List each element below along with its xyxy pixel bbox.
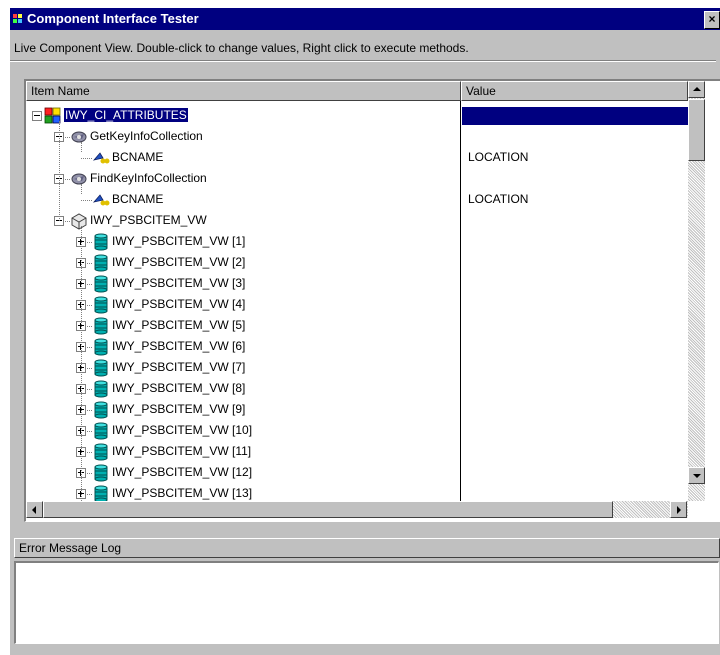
collection-box-icon: [70, 212, 88, 230]
tree-item-label: IWY_CI_ATTRIBUTES: [64, 108, 188, 122]
error-log-header: Error Message Log: [14, 538, 720, 558]
vertical-scroll-thumb[interactable]: [688, 99, 705, 161]
scroll-right-button[interactable]: [670, 501, 687, 518]
error-log-textbox[interactable]: [14, 561, 719, 644]
key-field-icon: [92, 149, 110, 167]
database-icon: [92, 422, 110, 440]
tree-row[interactable]: IWY_PSBCITEM_VW [10]: [26, 420, 686, 441]
tree-item-label: IWY_PSBCITEM_VW [8]: [112, 381, 246, 395]
tree-row[interactable]: BCNAME LOCATION: [26, 189, 686, 210]
component-tree-view[interactable]: Item Name Value IWY_CI_ATTRIBUTES GetKeyI…: [24, 79, 720, 522]
tree-item-label: IWY_PSBCITEM_VW [4]: [112, 297, 246, 311]
tree-row[interactable]: IWY_PSBCITEM_VW [1]: [26, 231, 686, 252]
arrow-right-icon: [677, 506, 681, 514]
column-header-value[interactable]: Value: [461, 81, 688, 101]
tree-row[interactable]: IWY_CI_ATTRIBUTES: [26, 105, 688, 126]
app-icon: [13, 14, 22, 23]
window-title: Component Interface Tester: [27, 11, 199, 26]
tree-connector: [59, 121, 60, 221]
tree-item-label: IWY_PSBCITEM_VW [5]: [112, 318, 246, 332]
tree-connector: [81, 158, 92, 159]
key-field-icon: [92, 191, 110, 209]
tree-item-label: IWY_PSBCITEM_VW [7]: [112, 360, 246, 374]
horizontal-scroll-thumb[interactable]: [43, 501, 613, 518]
vertical-scrollbar[interactable]: [688, 81, 705, 501]
database-icon: [92, 296, 110, 314]
tree-item-label: BCNAME: [112, 192, 164, 206]
key-collection-icon: [70, 128, 88, 146]
tree-item-label: IWY_PSBCITEM_VW [11]: [112, 444, 252, 458]
database-icon: [92, 464, 110, 482]
title-bar[interactable]: Component Interface Tester ×: [10, 8, 720, 30]
tree-row[interactable]: FindKeyInfoCollection: [26, 168, 686, 189]
component-interface-tester-window: Component Interface Tester × Live Compon…: [10, 8, 720, 655]
selection-highlight: [462, 107, 688, 125]
instructions-text: Live Component View. Double-click to cha…: [14, 41, 469, 55]
scroll-left-button[interactable]: [26, 501, 43, 518]
database-icon: [92, 443, 110, 461]
tree-item-label: IWY_PSBCITEM_VW [13]: [112, 486, 253, 500]
tree-row[interactable]: IWY_PSBCITEM_VW [7]: [26, 357, 686, 378]
column-header-item-name[interactable]: Item Name: [26, 81, 461, 101]
tree-row[interactable]: IWY_PSBCITEM_VW [2]: [26, 252, 686, 273]
tree-item-value[interactable]: LOCATION: [468, 150, 528, 164]
tree-row[interactable]: IWY_PSBCITEM_VW: [26, 210, 686, 231]
tree-connector: [81, 226, 82, 501]
tree-connector: [81, 184, 82, 194]
tree-item-label: IWY_PSBCITEM_VW [9]: [112, 402, 246, 416]
database-icon: [92, 233, 110, 251]
tree-row[interactable]: IWY_PSBCITEM_VW [4]: [26, 294, 686, 315]
key-collection-icon: [70, 170, 88, 188]
collapse-icon[interactable]: [32, 111, 42, 121]
database-icon: [92, 254, 110, 272]
tree-row[interactable]: IWY_PSBCITEM_VW [8]: [26, 378, 686, 399]
database-icon: [92, 380, 110, 398]
tree-item-label: GetKeyInfoCollection: [90, 129, 203, 143]
tree-row[interactable]: IWY_PSBCITEM_VW [3]: [26, 273, 686, 294]
database-icon: [92, 338, 110, 356]
database-icon: [92, 401, 110, 419]
tree-row[interactable]: GetKeyInfoCollection: [26, 126, 686, 147]
close-button[interactable]: ×: [704, 11, 720, 29]
tree-row[interactable]: IWY_PSBCITEM_VW [11]: [26, 441, 686, 462]
tree-item-label: BCNAME: [112, 150, 164, 164]
scroll-down-button[interactable]: [688, 467, 705, 484]
tree-row[interactable]: IWY_PSBCITEM_VW [6]: [26, 336, 686, 357]
close-icon: ×: [708, 12, 716, 26]
database-icon: [92, 275, 110, 293]
arrow-up-icon: [693, 87, 701, 91]
tree-item-label: IWY_PSBCITEM_VW [6]: [112, 339, 246, 353]
tree-row[interactable]: IWY_PSBCITEM_VW [5]: [26, 315, 686, 336]
horizontal-scrollbar[interactable]: [26, 501, 688, 518]
tree-connector: [81, 142, 82, 152]
tree-connector: [81, 200, 92, 201]
divider: [10, 60, 716, 62]
tree-row[interactable]: BCNAME LOCATION: [26, 147, 686, 168]
database-icon: [92, 359, 110, 377]
tree-item-label: IWY_PSBCITEM_VW [2]: [112, 255, 246, 269]
tree-row[interactable]: IWY_PSBCITEM_VW [9]: [26, 399, 686, 420]
scroll-up-button[interactable]: [688, 81, 705, 98]
arrow-left-icon: [32, 506, 36, 514]
tree-row[interactable]: IWY_PSBCITEM_VW [12]: [26, 462, 686, 483]
database-icon: [92, 317, 110, 335]
tree-item-label: IWY_PSBCITEM_VW [3]: [112, 276, 246, 290]
tree-item-label: IWY_PSBCITEM_VW [10]: [112, 423, 253, 437]
tree-item-label: IWY_PSBCITEM_VW [1]: [112, 234, 246, 248]
tree-item-value[interactable]: LOCATION: [468, 192, 528, 206]
arrow-down-icon: [693, 474, 701, 478]
tree-item-label: FindKeyInfoCollection: [90, 171, 207, 185]
tree-item-label: IWY_PSBCITEM_VW: [90, 213, 207, 227]
tree-item-label: IWY_PSBCITEM_VW [12]: [112, 465, 253, 479]
